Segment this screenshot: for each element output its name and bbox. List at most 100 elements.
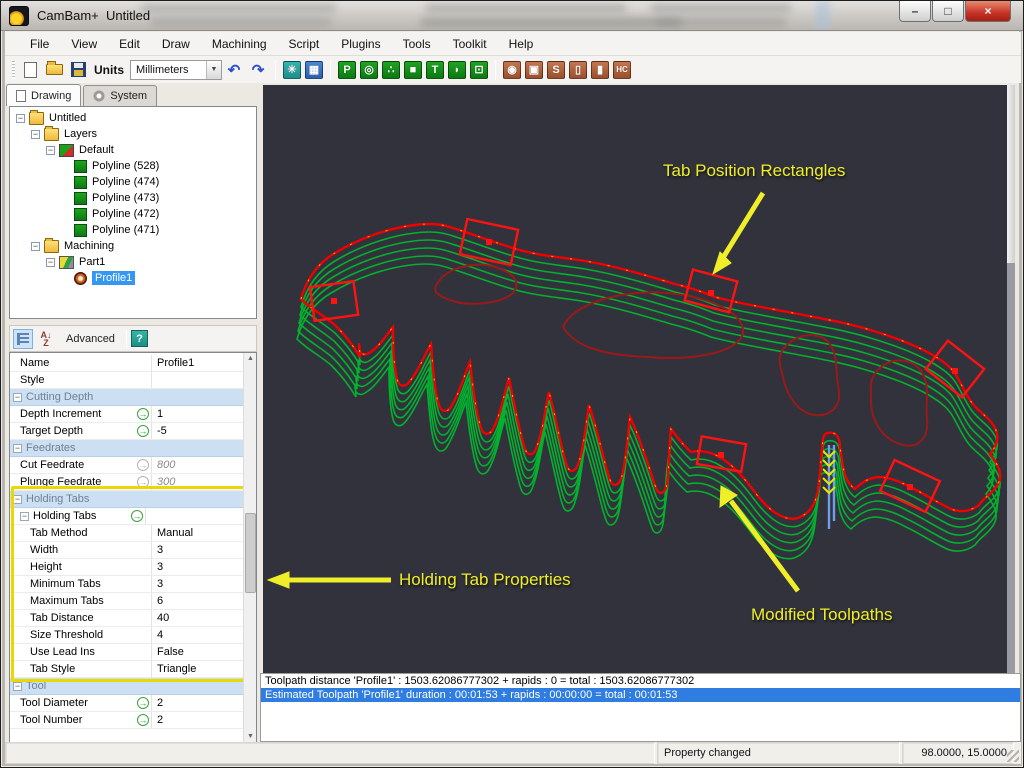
prop-size-threshold[interactable]: Size Threshold4 [10,627,243,644]
collapse-icon[interactable]: − [13,393,22,402]
draw-arc-icon[interactable]: ◗ [448,61,466,79]
prop-value[interactable] [151,372,243,388]
tab-drawing[interactable]: Drawing [6,84,81,106]
collapse-icon[interactable]: − [31,242,40,251]
prop-value[interactable]: 4 [151,627,243,643]
apply-arrow-icon[interactable]: → [135,714,151,726]
tree-item-polyline-474-[interactable]: Polyline (474) [10,174,256,190]
tree-item-layers[interactable]: −Layers [10,126,256,142]
menu-machining[interactable]: Machining [201,34,278,54]
apply-arrow-icon[interactable]: → [129,510,145,522]
viewport-canvas[interactable]: Tab Position Rectangles Holding Tab Prop… [263,85,1015,673]
prop-name[interactable]: NameProfile1 [10,355,243,372]
help-icon[interactable]: ? [131,330,148,347]
menu-draw[interactable]: Draw [151,34,201,54]
prop-use-lead-ins[interactable]: Use Lead InsFalse [10,644,243,661]
prop-height[interactable]: Height3 [10,559,243,576]
save-file-icon[interactable] [67,59,89,81]
menu-view[interactable]: View [60,34,108,54]
tree-item-default[interactable]: −Default [10,142,256,158]
canvas-scrollbar[interactable] [1007,85,1015,673]
prop-width[interactable]: Width3 [10,542,243,559]
prop-tab-style[interactable]: Tab StyleTriangle [10,661,243,678]
close-button[interactable]: × [965,1,1011,22]
collapse-icon[interactable]: − [13,495,22,504]
apply-arrow-icon[interactable]: → [135,425,151,437]
collapse-icon[interactable]: − [31,130,40,139]
minimize-button[interactable]: – [899,1,931,22]
tree-item-polyline-473-[interactable]: Polyline (473) [10,190,256,206]
units-dropdown[interactable]: Millimeters▼ [130,60,222,80]
message-log[interactable]: Toolpath distance 'Profile1' : 1503.6208… [260,673,1021,742]
prop-value[interactable]: 2 [151,712,243,728]
resize-grip[interactable] [1007,750,1019,762]
prop-value[interactable]: Manual [151,525,243,541]
category-holding-tabs[interactable]: −Holding Tabs [10,491,243,508]
mop-drill-icon[interactable]: ▯ [569,61,587,79]
menu-script[interactable]: Script [278,34,331,54]
menu-help[interactable]: Help [498,34,545,54]
prop-plunge-feedrate[interactable]: Plunge Feedrate→300 [10,474,243,491]
prop-holding-tabs[interactable]: −Holding Tabs→ [10,508,243,525]
menu-edit[interactable]: Edit [108,34,151,54]
menu-tools[interactable]: Tools [392,34,442,54]
mop-profile-icon[interactable]: S [547,61,565,79]
collapse-icon[interactable]: − [20,512,29,521]
category-cutting-depth[interactable]: −Cutting Depth [10,389,243,406]
log-line[interactable]: Estimated Toolpath 'Profile1' duration :… [261,688,1020,702]
prop-value[interactable]: 3 [151,559,243,575]
tree-item-machining[interactable]: −Machining [10,238,256,254]
draw-pointlist-icon[interactable]: ∴ [382,61,400,79]
mop-gcode-icon[interactable]: HC [613,61,631,79]
prop-value[interactable]: 2 [151,695,243,711]
prop-value[interactable]: Profile1 [151,355,243,371]
tree-item-part1[interactable]: −Part1 [10,254,256,270]
tree-item-polyline-472-[interactable]: Polyline (472) [10,206,256,222]
inherited-arrow-icon[interactable]: → [135,476,151,488]
prop-style[interactable]: Style [10,372,243,389]
mop-lathe-icon[interactable]: ◉ [503,61,521,79]
collapse-icon[interactable]: − [46,258,55,267]
mop-engrave-icon[interactable]: ▮ [591,61,609,79]
undo-icon[interactable]: ↶ [223,59,245,81]
prop-value[interactable]: 800 [151,457,243,473]
redo-icon[interactable]: ↷ [247,59,269,81]
prop-value[interactable]: 3 [151,576,243,592]
tab-system[interactable]: System [83,85,157,106]
title-bar[interactable]: CamBam+ Untitled – □ × [1,1,1023,31]
prop-cut-feedrate[interactable]: Cut Feedrate→800 [10,457,243,474]
menu-file[interactable]: File [19,34,60,54]
prop-depth-increment[interactable]: Depth Increment→1 [10,406,243,423]
collapse-icon[interactable]: − [46,146,55,155]
sort-alphabetical-icon[interactable]: A↓Z [36,329,56,349]
inherited-arrow-icon[interactable]: → [135,459,151,471]
open-file-icon[interactable] [43,59,65,81]
draw-rectangle-icon[interactable]: ■ [404,61,422,79]
tree-item-untitled[interactable]: −Untitled [10,110,256,126]
drawing-tree-panel[interactable]: −Untitled−Layers−DefaultPolyline (528)Po… [9,106,257,319]
advanced-button[interactable]: Advanced [59,333,122,345]
log-line[interactable]: Toolpath distance 'Profile1' : 1503.6208… [261,674,1020,688]
prop-tool-number[interactable]: Tool Number→2 [10,712,243,729]
prop-maximum-tabs[interactable]: Maximum Tabs6 [10,593,243,610]
apply-arrow-icon[interactable]: → [135,697,151,709]
collapse-icon[interactable]: − [16,114,25,123]
chevron-down-icon[interactable]: ▼ [206,61,221,79]
prop-value[interactable]: 300 [151,474,243,490]
prop-tab-method[interactable]: Tab MethodManual [10,525,243,542]
draw-polyline-icon[interactable]: P [338,61,356,79]
categorized-view-icon[interactable] [13,329,33,349]
collapse-icon[interactable]: − [13,682,22,691]
new-file-icon[interactable] [19,59,41,81]
mop-pocket-icon[interactable]: ▣ [525,61,543,79]
prop-target-depth[interactable]: Target Depth→-5 [10,423,243,440]
prop-tool-diameter[interactable]: Tool Diameter→2 [10,695,243,712]
category-feedrates[interactable]: −Feedrates [10,440,243,457]
menu-plugins[interactable]: Plugins [330,34,391,54]
category-tool[interactable]: −Tool [10,678,243,695]
scroll-up-icon[interactable]: ▲ [244,353,257,365]
prop-value[interactable]: 40 [151,610,243,626]
prop-value[interactable] [145,508,243,524]
tree-item-profile1[interactable]: Profile1 [10,270,256,286]
tree-item-polyline-528-[interactable]: Polyline (528) [10,158,256,174]
